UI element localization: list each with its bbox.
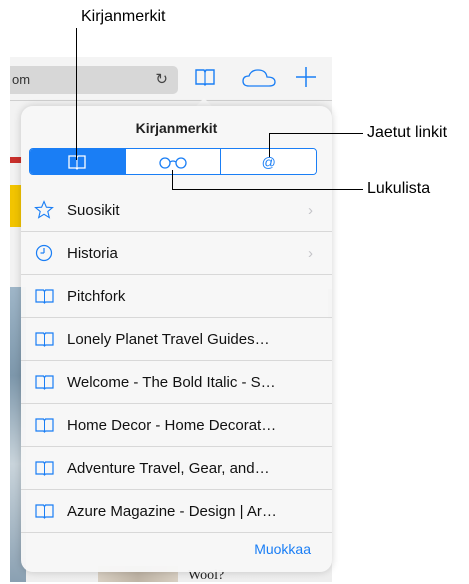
callout-reading-list: Lukulista bbox=[367, 180, 431, 197]
bookmarks-segmented-control: @ bbox=[29, 148, 317, 175]
list-item-label: Historia bbox=[67, 244, 118, 262]
icloud-tabs-button[interactable] bbox=[242, 68, 276, 93]
cloud-icon bbox=[242, 69, 276, 87]
address-bar[interactable]: om ↻ bbox=[10, 66, 178, 94]
glasses-icon bbox=[159, 156, 187, 169]
callout-line bbox=[172, 170, 173, 190]
bookmark-row[interactable]: Azure Magazine - Design | Ar… bbox=[21, 490, 332, 533]
bookmark-row[interactable]: Adventure Travel, Gear, and… bbox=[21, 447, 332, 490]
callout-line bbox=[76, 28, 77, 160]
segment-bookmarks[interactable] bbox=[30, 149, 126, 174]
callout-line bbox=[172, 189, 363, 190]
bookmark-row[interactable]: Pitchfork bbox=[21, 275, 332, 318]
bookmark-row[interactable]: Welcome - The Bold Italic - S… bbox=[21, 361, 332, 404]
callout-line bbox=[269, 133, 363, 134]
book-icon bbox=[34, 286, 54, 306]
bookmarks-list: Suosikit › Historia › Pitchfork Lonely P… bbox=[21, 189, 332, 533]
list-item-label: Azure Magazine - Design | Ar… bbox=[67, 502, 277, 520]
reload-icon[interactable]: ↻ bbox=[155, 66, 168, 94]
book-icon bbox=[34, 501, 54, 521]
callout-bookmarks: Kirjanmerkit bbox=[81, 8, 166, 25]
book-icon bbox=[34, 458, 54, 478]
new-tab-button[interactable] bbox=[294, 65, 318, 94]
browser-toolbar: om ↻ bbox=[10, 57, 332, 101]
list-item-label: Pitchfork bbox=[67, 287, 126, 305]
bookmark-row[interactable]: Home Decor - Home Decorat… bbox=[21, 404, 332, 447]
list-item-favorites[interactable]: Suosikit › bbox=[21, 189, 332, 232]
bookmarks-button[interactable] bbox=[194, 66, 216, 93]
list-item-label: Adventure Travel, Gear, and… bbox=[67, 459, 270, 477]
bookmark-row[interactable]: Lonely Planet Travel Guides… bbox=[21, 318, 332, 361]
chevron-right-icon: › bbox=[308, 201, 313, 219]
edit-button[interactable]: Muokkaa bbox=[254, 541, 311, 557]
book-icon bbox=[34, 329, 54, 349]
book-icon bbox=[68, 154, 86, 170]
star-icon bbox=[34, 200, 54, 220]
list-item-label: Welcome - The Bold Italic - S… bbox=[67, 373, 276, 391]
address-text: om bbox=[12, 72, 31, 87]
bookmarks-popover: Kirjanmerkit @ Suosikit › Historia › Pit… bbox=[21, 106, 332, 572]
list-item-history[interactable]: Historia › bbox=[21, 232, 332, 275]
book-icon bbox=[195, 69, 215, 86]
segment-reading-list[interactable] bbox=[125, 149, 222, 174]
book-icon bbox=[34, 415, 54, 435]
book-icon bbox=[34, 372, 54, 392]
clock-icon bbox=[34, 243, 54, 263]
chevron-right-icon: › bbox=[308, 244, 313, 262]
list-item-label: Lonely Planet Travel Guides… bbox=[67, 330, 270, 348]
plus-icon bbox=[296, 67, 316, 87]
list-item-label: Home Decor - Home Decorat… bbox=[67, 416, 277, 434]
callout-shared-links: Jaetut linkit bbox=[367, 124, 448, 141]
callout-line bbox=[269, 133, 270, 157]
list-item-label: Suosikit bbox=[67, 201, 120, 219]
